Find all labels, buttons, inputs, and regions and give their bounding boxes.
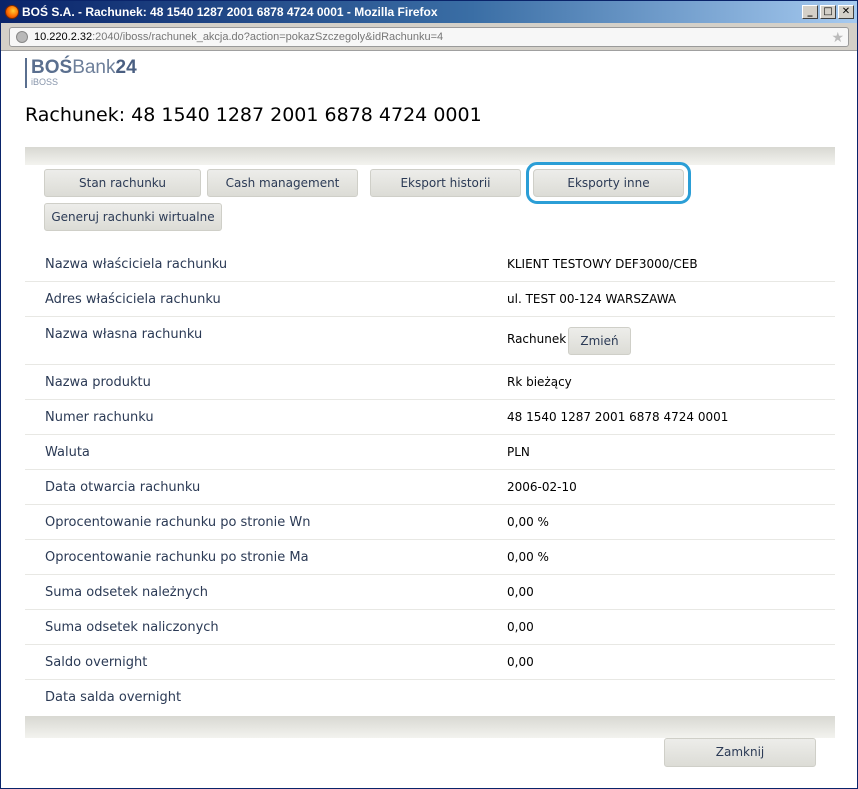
bosbank24-logo: BOŚBank24 iBOSS [25, 58, 137, 88]
detail-label: Nazwa własna rachunku [45, 327, 203, 342]
detail-row: Data otwarcia rachunku 2006-02-10 [25, 470, 835, 505]
logo-24: 24 [115, 57, 137, 78]
detail-label: Oprocentowanie rachunku po stronie Ma [45, 550, 309, 565]
detail-row: Saldo overnight 0,00 [25, 645, 835, 680]
detail-value: 2006-02-10 [507, 480, 577, 494]
detail-value: Rachunek [507, 332, 567, 346]
logo-bos: BOŚ [31, 57, 73, 78]
tab-eksporty-inne[interactable]: Eksporty inne [526, 162, 691, 204]
detail-value: PLN [507, 445, 530, 459]
detail-row: Waluta PLN [25, 435, 835, 470]
browser-window: BOŚ S.A. - Rachunek: 48 1540 1287 2001 6… [0, 0, 858, 789]
detail-value: 0,00 % [507, 550, 549, 564]
minimize-button[interactable]: _ [802, 5, 818, 19]
window-controls: _ □ ✕ [800, 5, 854, 19]
url-path: :2040/iboss/rachunek_akcja.do?action=pok… [92, 31, 444, 43]
detail-label: Suma odsetek należnych [45, 585, 208, 600]
detail-value: ul. TEST 00-124 WARSZAWA [507, 292, 677, 306]
firefox-icon [5, 5, 19, 19]
logo-subtitle: iBOSS [31, 77, 59, 87]
panel-top-bar [25, 147, 835, 165]
tab-eksport-historii[interactable]: Eksport historii [370, 169, 521, 197]
logo-bank: Bank [72, 57, 116, 78]
detail-row: Suma odsetek naliczonych 0,00 [25, 610, 835, 645]
detail-label: Adres właściciela rachunku [45, 292, 221, 307]
detail-row: Nazwa produktu Rk bieżący [25, 365, 835, 400]
detail-row: Numer rachunku 48 1540 1287 2001 6878 47… [25, 400, 835, 435]
detail-value: KLIENT TESTOWY DEF3000/CEB [507, 257, 698, 271]
detail-row: Oprocentowanie rachunku po stronie Ma 0,… [25, 540, 835, 575]
panel-bottom-bar [25, 716, 835, 738]
detail-row: Nazwa właściciela rachunku KLIENT TESTOW… [25, 247, 835, 282]
change-name-button[interactable]: Zmień [568, 327, 631, 355]
detail-value: 0,00 [507, 620, 534, 634]
detail-label: Suma odsetek naliczonych [45, 620, 219, 635]
detail-row: Oprocentowanie rachunku po stronie Wn 0,… [25, 505, 835, 540]
detail-label: Data otwarcia rachunku [45, 480, 201, 495]
detail-value: 0,00 [507, 655, 534, 669]
title-bar: BOŚ S.A. - Rachunek: 48 1540 1287 2001 6… [1, 1, 857, 23]
close-button[interactable]: Zamknij [664, 738, 816, 767]
detail-label: Numer rachunku [45, 410, 154, 425]
detail-row: Nazwa własna rachunku Rachunek Zmień [25, 317, 835, 365]
page-content: BOŚBank24 iBOSS Rachunek: 48 1540 1287 2… [1, 52, 857, 788]
detail-row: Adres właściciela rachunku ul. TEST 00-1… [25, 282, 835, 317]
maximize-button[interactable]: □ [820, 5, 836, 19]
detail-value: 0,00 [507, 585, 534, 599]
detail-label: Saldo overnight [45, 655, 148, 670]
page-title: Rachunek: 48 1540 1287 2001 6878 4724 00… [25, 104, 482, 126]
detail-value: 0,00 % [507, 515, 549, 529]
tab-stan-rachunku[interactable]: Stan rachunku [44, 169, 201, 197]
close-window-button[interactable]: ✕ [838, 5, 854, 19]
detail-label: Nazwa właściciela rachunku [45, 257, 228, 272]
account-details-panel: Stan rachunku Cash management Eksport hi… [25, 147, 835, 787]
detail-row: Suma odsetek należnych 0,00 [25, 575, 835, 610]
detail-label: Data salda overnight [45, 690, 182, 705]
detail-row: Data salda overnight [25, 680, 835, 715]
detail-label: Oprocentowanie rachunku po stronie Wn [45, 515, 311, 530]
site-identity-icon[interactable] [16, 31, 28, 43]
window-title: BOŚ S.A. - Rachunek: 48 1540 1287 2001 6… [22, 5, 438, 19]
tab-cash-management[interactable]: Cash management [207, 169, 358, 197]
bookmark-star-icon[interactable]: ★ [831, 29, 844, 46]
detail-label: Nazwa produktu [45, 375, 151, 390]
detail-value: Rk bieżący [507, 375, 572, 389]
detail-value: 48 1540 1287 2001 6878 4724 0001 [507, 410, 729, 424]
account-details-table: Nazwa właściciela rachunku KLIENT TESTOW… [25, 247, 835, 715]
url-field[interactable]: 10.220.2.32 :2040/iboss/rachunek_akcja.d… [9, 27, 849, 47]
url-host: 10.220.2.32 [34, 31, 93, 43]
address-bar: 10.220.2.32 :2040/iboss/rachunek_akcja.d… [1, 23, 857, 51]
tab-generuj-rachunki-wirtualne[interactable]: Generuj rachunki wirtualne [44, 203, 222, 231]
detail-label: Waluta [45, 445, 90, 460]
